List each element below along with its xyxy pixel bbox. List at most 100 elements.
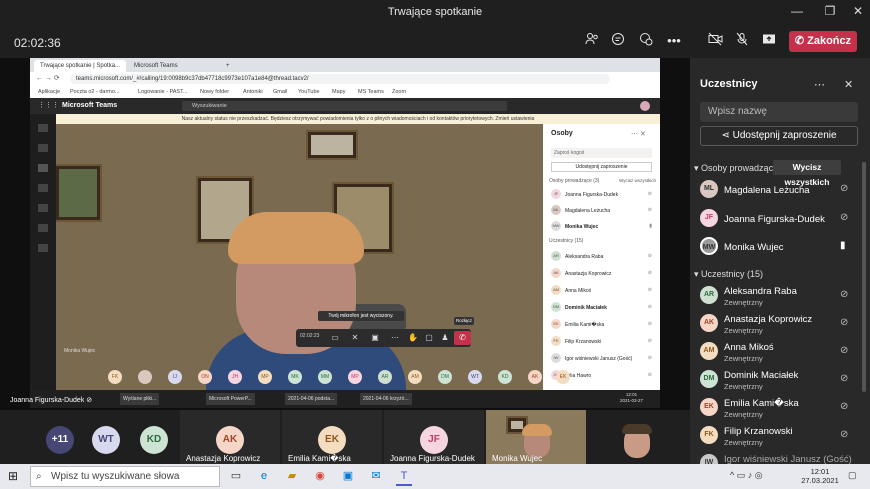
bookmark[interactable]: Logowanie - PAST... bbox=[138, 87, 187, 97]
leave-button[interactable]: ✆ Zakończ bbox=[789, 31, 857, 52]
inner-participant-row[interactable]: JF Joanna Figurska-Dudek ⊘ bbox=[551, 188, 656, 202]
bookmark[interactable]: YouTube bbox=[298, 87, 320, 97]
bookmark[interactable]: Nowy folder bbox=[200, 87, 229, 97]
mic-off-icon[interactable] bbox=[732, 32, 752, 50]
avatar[interactable]: FK bbox=[108, 370, 122, 384]
calls-icon[interactable] bbox=[38, 224, 48, 232]
organizers-header[interactable]: Osoby prowadzące (3) bbox=[549, 178, 599, 184]
reactions-icon[interactable] bbox=[636, 32, 656, 50]
inner-task-item[interactable]: 2021-04-06 krzyżó... bbox=[360, 393, 412, 405]
close-icon[interactable]: ⋯ ✕ bbox=[631, 130, 646, 138]
avatar[interactable]: JH bbox=[228, 370, 242, 384]
gallery-tile[interactable]: AK Anastazja Koprowicz bbox=[180, 410, 280, 464]
hangup-icon[interactable]: ✆ bbox=[454, 331, 471, 345]
camera-off-icon[interactable] bbox=[705, 32, 725, 50]
panel-scrollbar[interactable] bbox=[862, 162, 866, 392]
inner-participant-row[interactable]: MW Monika Wujec ▮ bbox=[551, 220, 656, 234]
more-icon[interactable]: ⋯ bbox=[814, 78, 825, 91]
inner-task-item[interactable]: Microsoft PowerP... bbox=[206, 393, 255, 405]
more-icon[interactable]: ⋯ bbox=[388, 332, 402, 344]
participant-row[interactable]: AM Anna Mikoś Zewnętrzny ⊘ bbox=[700, 339, 860, 367]
files-icon[interactable] bbox=[38, 244, 48, 252]
people-icon[interactable]: ♟ bbox=[438, 332, 452, 344]
inner-participant-row[interactable]: EK Emilia Kami�ska ⊘ bbox=[551, 318, 656, 332]
attendees-header[interactable]: Uczestnicy (15) bbox=[549, 238, 583, 244]
bookmark[interactable]: Poczta o2 - darmo... bbox=[70, 87, 120, 97]
close-icon[interactable]: ✕ bbox=[851, 4, 865, 18]
gallery-tile[interactable]: EK Emilia Kami�ska bbox=[282, 410, 382, 464]
gallery-tile[interactable]: WT bbox=[86, 410, 126, 464]
close-icon[interactable]: ✕ bbox=[844, 78, 853, 91]
teams-icon[interactable]: T bbox=[396, 469, 412, 486]
camera-icon[interactable]: ▭ bbox=[328, 332, 342, 344]
chat-icon[interactable] bbox=[608, 32, 628, 50]
overflow-tile[interactable]: +11 bbox=[40, 410, 80, 464]
participant-row[interactable]: ML Magdalena Leżucha ⊘ bbox=[700, 177, 860, 205]
inner-participant-row[interactable]: FK Filip Krzanowski ⊘ bbox=[551, 335, 656, 349]
avatar[interactable]: KD bbox=[498, 370, 512, 384]
gallery-tile[interactable]: JF Joanna Figurska-Dudek bbox=[384, 410, 484, 464]
bookmark[interactable]: Gmail bbox=[273, 87, 287, 97]
task-view-icon[interactable]: ▭ bbox=[228, 469, 244, 484]
nav-arrows-icon[interactable]: ← → ⟳ bbox=[36, 74, 60, 82]
chat-icon[interactable]: ▢ bbox=[422, 332, 436, 344]
avatar[interactable]: AR bbox=[378, 370, 392, 384]
inner-participant-row[interactable]: AR Aleksandra Raba ⊘ bbox=[551, 250, 656, 264]
browser-tab[interactable]: Microsoft Teams bbox=[128, 60, 216, 72]
participant-row[interactable]: MW Monika Wujec ▮ bbox=[700, 234, 860, 262]
inner-participant-row[interactable]: DM Dominik Maciałek ⊘ bbox=[551, 301, 656, 315]
participant-row[interactable]: FK Filip Krzanowski Zewnętrzny ⊘ bbox=[700, 423, 860, 451]
system-tray-icons[interactable]: ^ ▭ ♪ ◎ bbox=[730, 470, 763, 481]
bookmark[interactable]: Aplikacje bbox=[38, 87, 60, 97]
calendar-icon[interactable] bbox=[38, 204, 48, 212]
attendees-section-toggle[interactable]: ▾ Uczestnicy (15) bbox=[694, 269, 763, 280]
avatar[interactable]: MP bbox=[258, 370, 272, 384]
assignments-icon[interactable] bbox=[38, 184, 48, 192]
gallery-tile[interactable]: KD bbox=[134, 410, 174, 464]
raise-hand-icon[interactable]: ✋ bbox=[406, 332, 420, 344]
share-icon[interactable]: ▣ bbox=[368, 332, 382, 344]
video-tile[interactable]: Monika Wujec bbox=[486, 410, 586, 464]
mail-icon[interactable]: ✉ bbox=[368, 469, 384, 484]
more-icon[interactable]: ••• bbox=[664, 32, 684, 50]
taskbar-clock[interactable]: 12:01 27.03.2021 bbox=[800, 467, 840, 485]
avatar[interactable]: EK bbox=[556, 370, 570, 384]
share-invite-button[interactable]: ⋖ Udostępnij zaproszenie bbox=[700, 126, 858, 146]
avatar[interactable]: ON bbox=[198, 370, 212, 384]
participant-row[interactable]: JF Joanna Figurska-Dudek ⊘ bbox=[700, 206, 860, 234]
edge-icon[interactable]: e bbox=[256, 469, 272, 484]
avatar[interactable]: IJ bbox=[168, 370, 182, 384]
avatar[interactable] bbox=[640, 101, 650, 111]
avatar[interactable]: MM bbox=[318, 370, 332, 384]
search-input[interactable]: Wpisz nazwę bbox=[700, 102, 858, 122]
avatar[interactable]: WT bbox=[468, 370, 482, 384]
bookmark[interactable]: Zoom bbox=[392, 87, 406, 97]
inner-participant-row[interactable]: AK Anastazja Koprowicz ⊘ bbox=[551, 267, 656, 281]
activity-icon[interactable] bbox=[38, 124, 48, 132]
browser-tab[interactable]: Trwające spotkanie | Spotka... bbox=[34, 60, 126, 72]
participant-row[interactable]: IW Igor wiśniewski Janusz (Gość) bbox=[700, 451, 860, 464]
people-icon[interactable] bbox=[582, 32, 602, 50]
participant-row[interactable]: DM Dominik Maciałek Zewnętrzny ⊘ bbox=[700, 367, 860, 395]
participant-row[interactable]: AK Anastazja Koprowicz Zewnętrzny ⊘ bbox=[700, 311, 860, 339]
avatar[interactable] bbox=[138, 370, 152, 384]
store-icon[interactable]: ▣ bbox=[340, 469, 356, 484]
app-grid-icon[interactable]: ⋮⋮⋮ bbox=[38, 101, 59, 109]
avatar[interactable]: AM bbox=[408, 370, 422, 384]
mute-all-link[interactable]: Wycisz wszystkich bbox=[619, 178, 656, 183]
notification-icon[interactable]: ▢ bbox=[848, 470, 857, 481]
participant-row[interactable]: EK Emilia Kami�ska Zewnętrzny ⊘ bbox=[700, 395, 860, 423]
inner-participant-row[interactable]: IW Igor wiśniewski Janusz (Gość) ⊘ bbox=[551, 352, 656, 366]
bookmark[interactable]: MS Teams bbox=[358, 87, 384, 97]
inner-task-item[interactable]: 2021-04-06 podsta... bbox=[285, 393, 338, 405]
mic-off-icon[interactable]: ✕ bbox=[348, 332, 362, 344]
teams-search[interactable]: Wyszukiwanie bbox=[182, 101, 507, 111]
file-explorer-icon[interactable]: ▰ bbox=[284, 469, 300, 484]
avatar[interactable]: MK bbox=[288, 370, 302, 384]
new-tab-icon[interactable]: + bbox=[220, 60, 232, 72]
mute-all-button[interactable]: Wycisz wszystkich bbox=[773, 160, 841, 187]
windows-start-icon[interactable]: ⊞ bbox=[8, 470, 21, 483]
avatar[interactable]: DM bbox=[438, 370, 452, 384]
participant-row[interactable]: AR Aleksandra Raba Zewnętrzny ⊘ bbox=[700, 283, 860, 311]
chrome-icon[interactable]: ◉ bbox=[312, 469, 328, 484]
